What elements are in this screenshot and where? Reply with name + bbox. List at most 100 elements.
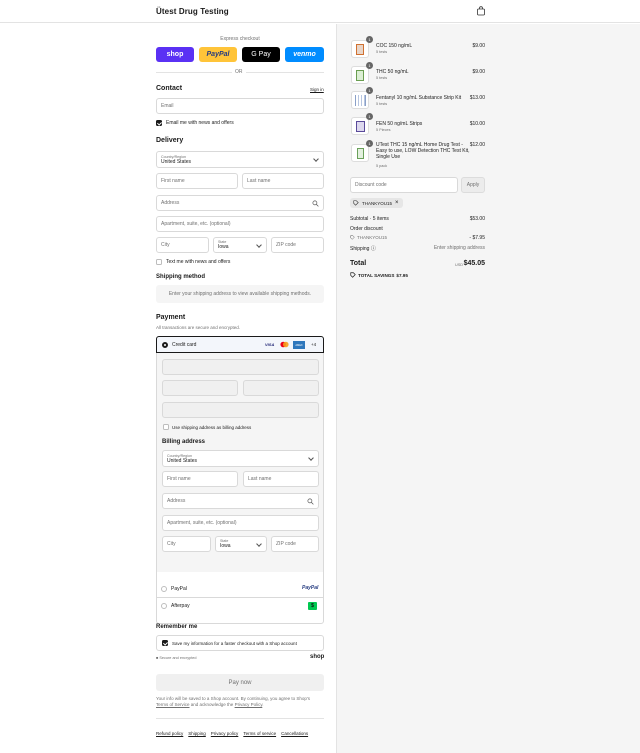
use-shipping-label: Use shipping address as billing address — [172, 425, 252, 430]
item-name: FEN 50 ng/mL Strips — [376, 121, 423, 127]
shipping-method-heading: Shipping method — [156, 274, 205, 280]
billing-first-name-field[interactable]: First name — [162, 471, 238, 487]
save-info-checkbox[interactable] — [162, 640, 168, 646]
billing-country-select[interactable]: Country/Region United States — [162, 450, 319, 467]
news-checkbox[interactable] — [156, 120, 162, 126]
use-shipping-checkbox[interactable] — [163, 424, 169, 430]
apartment-field[interactable]: Apartment, suite, etc. (optional) — [156, 216, 324, 232]
discount-value: - $7.95 — [469, 235, 485, 241]
shipping-method-note: Enter your shipping address to view avai… — [156, 285, 324, 303]
remember-box: Save my information for a faster checkou… — [156, 635, 324, 651]
credit-card-option[interactable]: Credit card VISA AMEX +4 — [156, 336, 324, 353]
quantity-badge: 1 — [366, 62, 373, 69]
city-field[interactable]: City — [156, 237, 209, 253]
state-select[interactable]: State Iowa — [213, 237, 267, 253]
refund-policy-link[interactable]: Refund policy — [156, 731, 183, 736]
item-name: COC 150 ng/mL — [376, 43, 413, 49]
or-separator: OR — [232, 69, 246, 75]
apply-button[interactable]: Apply — [461, 177, 485, 193]
cancellations-link[interactable]: Cancellations — [281, 731, 308, 736]
shopping-bag-icon[interactable] — [476, 6, 486, 16]
item-price: $10.00 — [469, 121, 485, 127]
text-checkbox[interactable] — [156, 259, 162, 265]
footer-divider — [156, 718, 324, 719]
zip-field[interactable]: ZIP code — [271, 237, 324, 253]
text-label: Text me with news and offers — [166, 259, 231, 265]
visa-icon: VISA — [265, 342, 275, 347]
privacy-link[interactable]: Privacy Policy — [235, 702, 263, 707]
search-icon — [307, 498, 314, 505]
email-field[interactable]: Email — [156, 98, 324, 114]
info-icon[interactable]: ⓘ — [371, 246, 376, 252]
credit-card-radio[interactable] — [162, 342, 168, 348]
applied-discount-tag: THANKYOU15 × — [350, 198, 403, 208]
quantity-badge: 1 — [366, 36, 373, 43]
search-icon — [312, 200, 319, 207]
terms-link[interactable]: Terms of Service — [156, 702, 190, 707]
legal-text: Your info will be saved to a Shop accoun… — [156, 696, 311, 707]
subtotal-label: Subtotal · 5 items — [350, 216, 389, 222]
billing-zip-field[interactable]: ZIP code — [271, 536, 319, 552]
billing-state-select[interactable]: State Iowa — [215, 536, 267, 552]
card-expiry-field[interactable] — [162, 380, 238, 396]
paypal-radio[interactable] — [161, 586, 167, 592]
save-info-label: Save my information for a faster checkou… — [172, 641, 297, 646]
item-variant: 5 tests — [376, 102, 388, 106]
first-name-field[interactable]: First name — [156, 173, 238, 189]
item-name: THC 50 ng/mL — [376, 69, 409, 75]
chevron-down-icon — [313, 156, 319, 162]
item-price: $9.00 — [472, 43, 485, 49]
billing-apartment-field[interactable]: Apartment, suite, etc. (optional) — [162, 515, 319, 531]
billing-last-name-field[interactable]: Last name — [243, 471, 319, 487]
card-cvv-field[interactable] — [243, 380, 319, 396]
product-image — [351, 117, 369, 135]
contact-heading: Contact — [156, 85, 183, 92]
currency-code: USD — [455, 263, 464, 267]
shop-pay-button[interactable]: shop — [156, 47, 194, 62]
billing-heading: Billing address — [162, 439, 206, 445]
shipping-link[interactable]: Shipping — [188, 731, 206, 736]
item-price: $12.00 — [469, 142, 485, 148]
afterpay-label: Afterpay — [171, 603, 190, 609]
sign-in-link[interactable]: Sign in — [310, 87, 324, 92]
paypal-button[interactable]: PayPal — [199, 47, 237, 62]
card-name-field[interactable] — [162, 402, 319, 418]
credit-card-form: Use shipping address as billing address … — [156, 353, 324, 572]
chevron-down-icon — [308, 455, 314, 461]
chevron-down-icon — [256, 541, 262, 547]
terms-of-service-link[interactable]: Terms of service — [243, 731, 276, 736]
paypal-option[interactable]: PayPal PayPal — [156, 581, 324, 598]
header: Ütest Drug Testing — [0, 0, 640, 23]
tag-icon — [350, 272, 356, 278]
total-value: $45.05 — [463, 260, 485, 267]
remove-discount-icon[interactable]: × — [395, 200, 399, 206]
card-number-field[interactable] — [162, 359, 319, 375]
pay-now-button[interactable]: Pay now — [156, 674, 324, 691]
address-field[interactable]: Address — [156, 195, 324, 211]
item-variant: 5 Pieces — [376, 128, 391, 132]
news-label: Email me with news and offers — [166, 120, 234, 126]
product-image — [351, 40, 369, 58]
quantity-badge: 1 — [366, 113, 373, 120]
privacy-policy-link[interactable]: Privacy policy — [211, 731, 239, 736]
afterpay-radio[interactable] — [161, 603, 167, 609]
footer-links: Refund policy Shipping Privacy policy Te… — [156, 731, 324, 736]
paypal-logo: PayPal — [302, 585, 319, 591]
product-image — [351, 66, 369, 84]
discount-code-field[interactable]: Discount code — [350, 177, 458, 193]
country-select[interactable]: Country/Region United States — [156, 151, 324, 168]
google-pay-button[interactable]: G Pay — [242, 47, 280, 62]
amex-icon: AMEX — [293, 341, 305, 349]
afterpay-option[interactable]: Afterpay $ — [156, 598, 324, 615]
store-logo[interactable]: Ütest Drug Testing — [156, 7, 229, 16]
total-savings: TOTAL SAVINGS $7.95 — [350, 272, 408, 278]
billing-address-field[interactable]: Address — [162, 493, 319, 509]
discount-code-line: THANKYOU15 — [350, 235, 387, 240]
billing-city-field[interactable]: City — [162, 536, 211, 552]
venmo-button[interactable]: venmo — [285, 47, 324, 62]
mastercard-icon — [280, 341, 289, 348]
last-name-field[interactable]: Last name — [242, 173, 324, 189]
more-brands: +4 — [311, 342, 317, 347]
item-variant: 5 pack — [376, 164, 388, 168]
payment-heading: Payment — [156, 314, 186, 321]
